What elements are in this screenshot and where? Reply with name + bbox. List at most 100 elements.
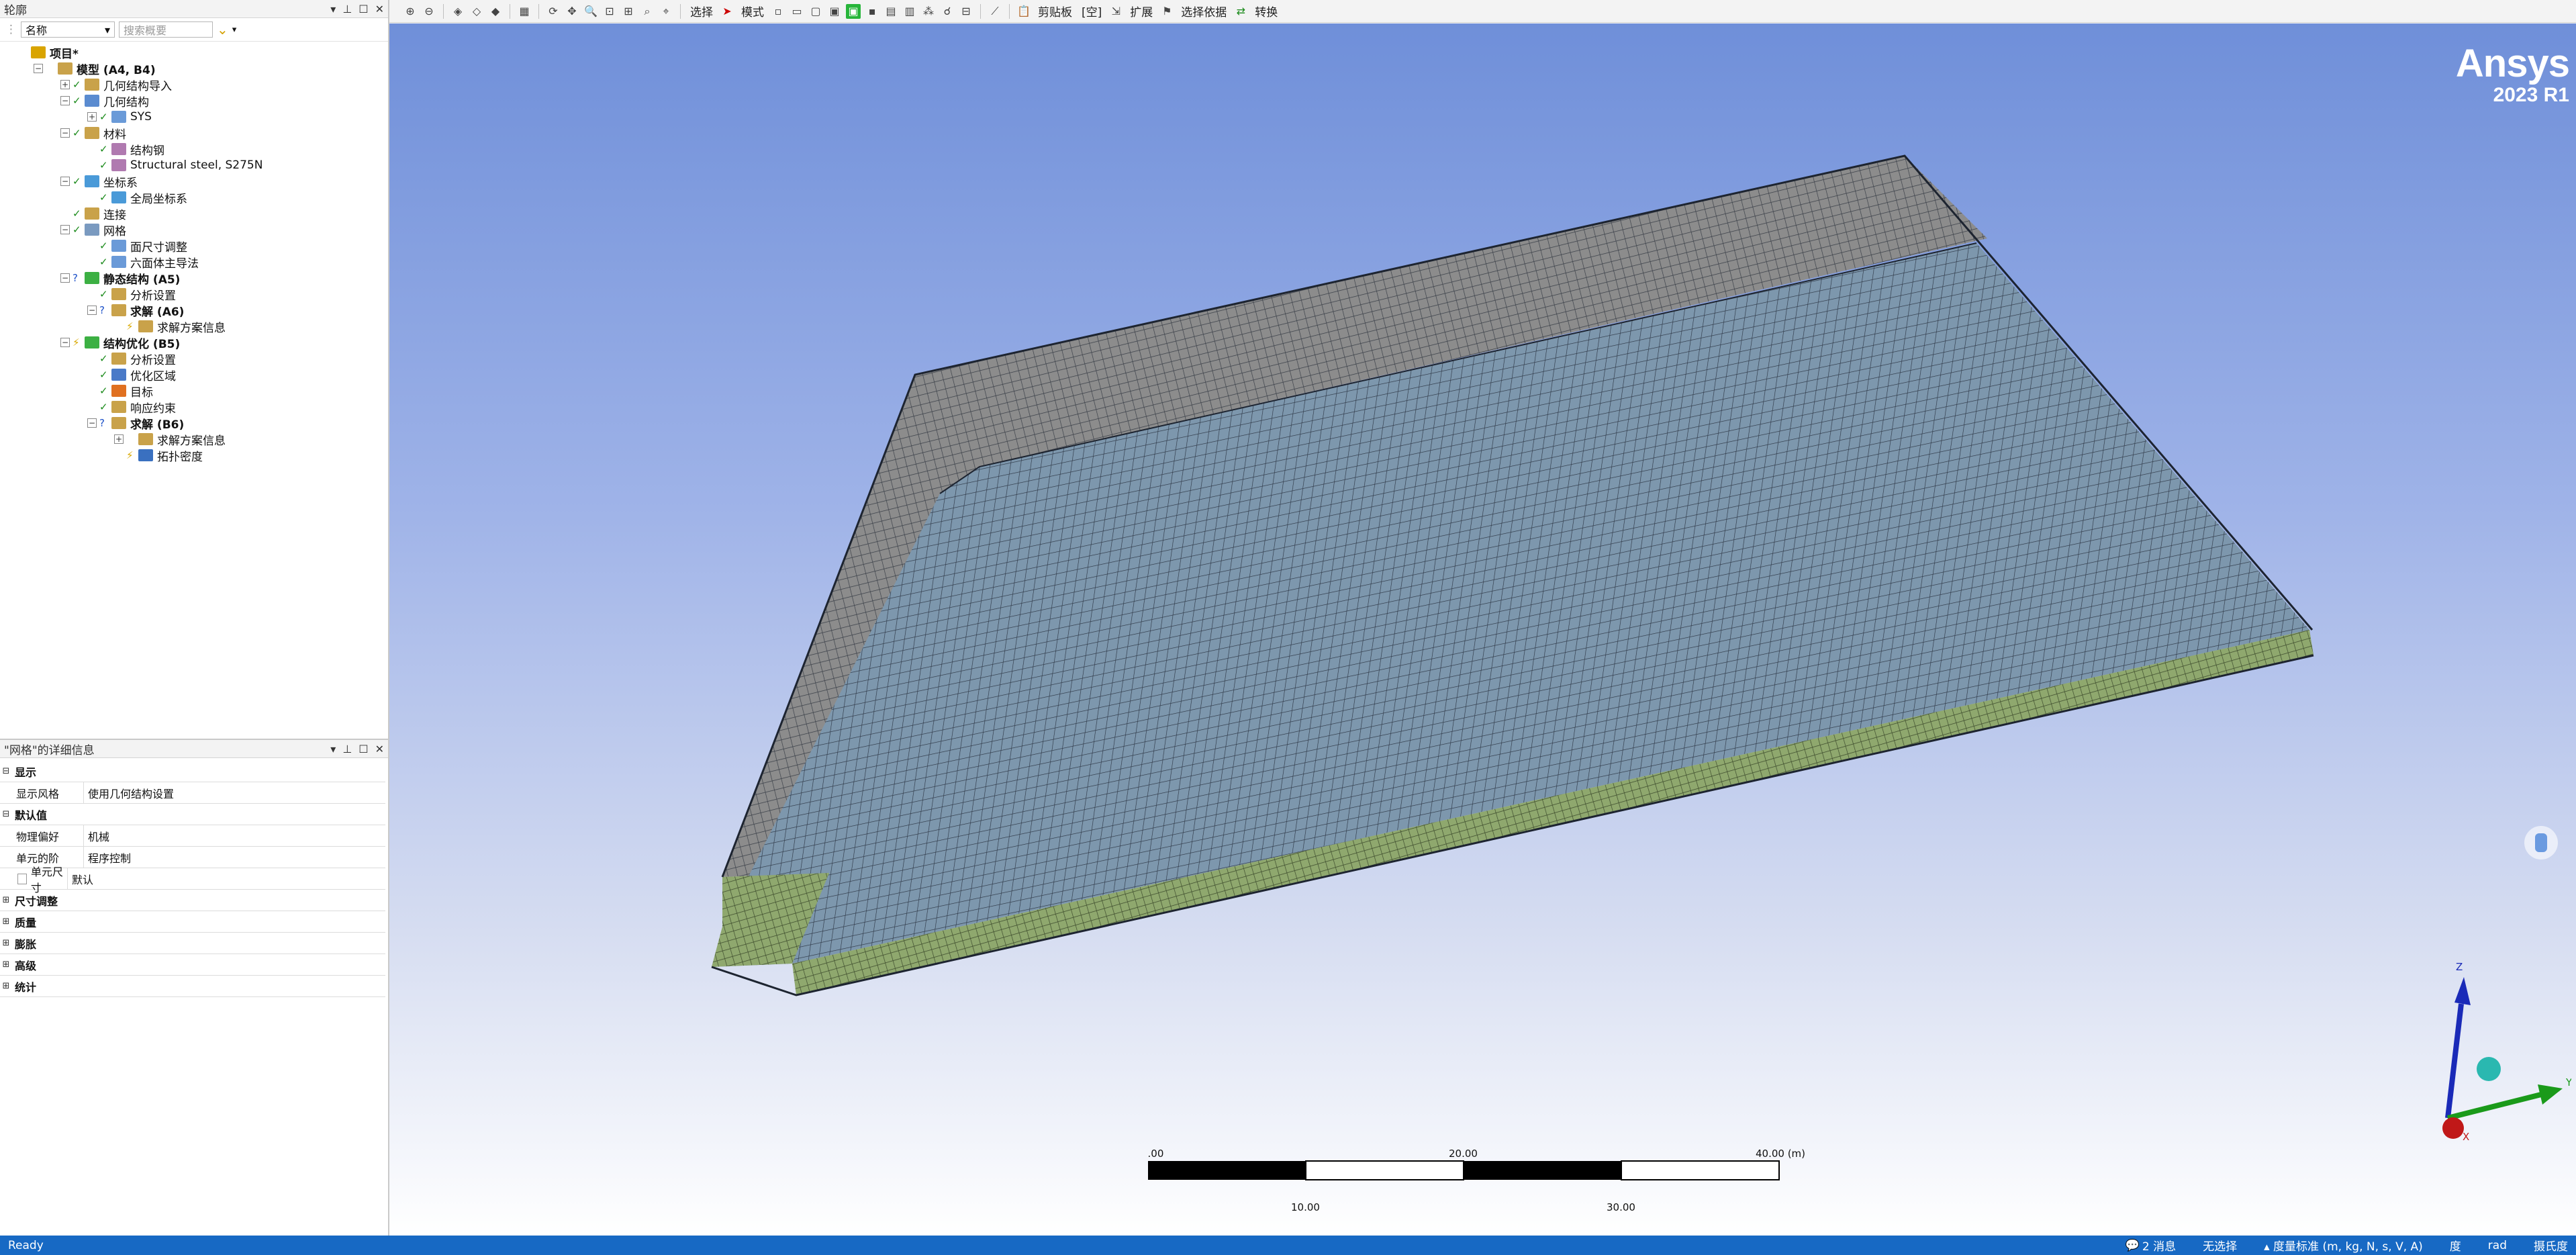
zoom-fit-icon[interactable]: ⊞ [621, 4, 636, 19]
details-group[interactable]: ⊟ 显示 [0, 761, 385, 782]
deselect-icon[interactable]: ⊟ [959, 4, 973, 19]
maximize-icon[interactable]: ☐ [359, 3, 368, 15]
tree-item[interactable]: ✓ 六面体主导法 [0, 254, 388, 271]
mesh-model[interactable] [389, 24, 2576, 1236]
expand-icon[interactable]: ⊞ [0, 895, 12, 905]
face-icon[interactable]: ▢ [808, 4, 823, 19]
tree-item[interactable]: ⚡ 拓扑密度 [0, 447, 388, 464]
select-by-icon[interactable]: ⚑ [1159, 4, 1174, 19]
tree-item[interactable]: ✓ 面尺寸调整 [0, 238, 388, 254]
vertex-icon[interactable]: ▫ [771, 4, 785, 19]
details-row[interactable]: 单元尺寸 默认 [0, 866, 385, 894]
dropdown-icon[interactable]: ▾ [330, 3, 336, 15]
details-group[interactable]: ⊞ 膨胀 [0, 933, 385, 954]
tree-item[interactable]: ✓ 全局坐标系 [0, 189, 388, 206]
node-icon[interactable]: ▪ [865, 4, 879, 19]
expand-icon[interactable]: ⊞ [0, 981, 12, 991]
tree-item[interactable]: ✓ Structural steel, S275N [0, 157, 388, 173]
details-group[interactable]: ⊟ 默认值 [0, 804, 385, 825]
element-face-icon[interactable]: ▤ [884, 4, 898, 19]
dropdown-icon[interactable]: ▾ [330, 743, 336, 755]
expand-icon[interactable]: + [87, 112, 97, 122]
messages-count[interactable]: 2 消息 [2142, 1237, 2176, 1254]
magnifier-icon[interactable]: ⌕ [640, 4, 655, 19]
element-icon[interactable]: ▥ [902, 4, 917, 19]
collapse-icon[interactable]: − [60, 96, 70, 105]
details-value[interactable]: 机械 [84, 828, 109, 844]
expand-icon[interactable]: + [60, 80, 70, 89]
extend-menu-icon[interactable]: ⇲ [1108, 4, 1123, 19]
details-value[interactable]: 使用几何结构设置 [84, 785, 174, 801]
extend-menu[interactable]: 扩展 [1127, 3, 1155, 19]
pin-icon[interactable]: ⊥ [342, 743, 352, 755]
expand-icon[interactable]: ⊞ [0, 938, 12, 948]
tree-item[interactable]: −? 静态结构 (A5) [0, 270, 388, 287]
layout-icon[interactable]: ▦ [517, 4, 532, 19]
ruler-icon[interactable]: ⟋ [988, 4, 1002, 19]
pin-icon[interactable]: ⊥ [342, 3, 352, 15]
wireframe-icon[interactable]: ◇ [469, 4, 484, 19]
outline-search-input[interactable]: 搜索概要 [119, 21, 213, 38]
tree-item[interactable]: + ✓ SYS [0, 109, 388, 125]
zoom-box-icon[interactable]: ⊡ [602, 4, 617, 19]
zoom-out-icon[interactable]: ⊖ [422, 4, 436, 19]
tree-item[interactable]: 项目* [0, 44, 388, 61]
details-value[interactable]: 程序控制 [84, 849, 131, 866]
tree-item[interactable]: ✓ 分析设置 [0, 286, 388, 303]
tree-item[interactable]: ✓ 分析设置 [0, 351, 388, 367]
mode-menu[interactable]: 模式 [738, 3, 767, 19]
tree-item[interactable]: ✓ 目标 [0, 383, 388, 400]
details-row[interactable]: 显示风格 使用几何结构设置 [0, 782, 385, 804]
details-group[interactable]: ⊞ 质量 [0, 911, 385, 933]
tree-item[interactable]: ✓ 连接 [0, 205, 388, 222]
details-row[interactable]: 物理偏好 机械 [0, 825, 385, 847]
temperature-unit[interactable]: 摄氏度 [2534, 1237, 2568, 1254]
tree-item[interactable]: ✓ 优化区域 [0, 367, 388, 383]
more-icon[interactable]: ▾ [232, 25, 237, 35]
collapse-icon[interactable]: ⊟ [0, 809, 12, 819]
collapse-icon[interactable]: − [87, 306, 97, 315]
collapse-icon[interactable]: ⊟ [0, 766, 12, 776]
details-value[interactable]: 默认 [68, 871, 93, 887]
convert-menu[interactable]: 转换 [1252, 3, 1280, 19]
rotational-unit[interactable]: rad [2488, 1239, 2507, 1252]
close-icon[interactable]: ✕ [375, 3, 384, 15]
tree-item[interactable]: + 求解方案信息 [0, 431, 388, 448]
expand-icon[interactable]: ⊞ [0, 960, 12, 970]
expand-icon[interactable]: + [114, 434, 124, 444]
zoom-in-icon[interactable]: ⊕ [403, 4, 418, 19]
edges-icon[interactable]: ◆ [488, 4, 503, 19]
cursor-icon[interactable]: ➤ [720, 4, 734, 19]
collapse-icon[interactable]: − [60, 338, 70, 347]
tree-item[interactable]: −? 求解 (A6) [0, 302, 388, 319]
convert-icon[interactable]: ⇄ [1233, 4, 1248, 19]
collapse-icon[interactable]: − [60, 225, 70, 234]
expand-icon[interactable]: ⊞ [0, 917, 12, 927]
tree-item[interactable]: − ✓ 网格 [0, 222, 388, 238]
select-label[interactable]: 选择 [687, 3, 716, 19]
collapse-icon[interactable]: − [60, 177, 70, 186]
angle-unit[interactable]: 度 [2450, 1237, 2461, 1254]
tree-item[interactable]: − ✓ 材料 [0, 125, 388, 142]
extend-icon[interactable]: ⁂ [921, 4, 936, 19]
tree-item[interactable]: ✓ 结构钢 [0, 141, 388, 158]
maximize-icon[interactable]: ☐ [359, 743, 368, 755]
tree-item[interactable]: ⚡ 求解方案信息 [0, 318, 388, 335]
shaded-icon[interactable]: ◈ [450, 4, 465, 19]
body-icon[interactable]: ▣ [827, 4, 842, 19]
details-group[interactable]: ⊞ 统计 [0, 976, 385, 997]
pan-icon[interactable]: ✥ [565, 4, 579, 19]
tree-item[interactable]: ✓ 响应约束 [0, 399, 388, 416]
collapse-icon[interactable]: − [60, 128, 70, 138]
graphics-viewport[interactable]: Ansys 2023 R1 .00 20.00 40.00 (m) 10.00 … [389, 24, 2576, 1236]
collapse-icon[interactable]: − [87, 418, 97, 428]
collapse-icon[interactable]: − [60, 273, 70, 283]
clipboard-icon[interactable]: 📋 [1016, 4, 1031, 19]
details-group[interactable]: ⊞ 高级 [0, 954, 385, 976]
side-panel-handle[interactable] [2524, 826, 2558, 859]
axis-triad[interactable]: Z Y X [2397, 943, 2571, 1145]
filter-chevron-icon[interactable]: ⌄ [217, 21, 228, 38]
tree-item[interactable]: − ✓ 几何结构 [0, 93, 388, 109]
zoom-icon[interactable]: 🔍 [583, 4, 598, 19]
zoom-prev-icon[interactable]: ⌖ [659, 4, 673, 19]
